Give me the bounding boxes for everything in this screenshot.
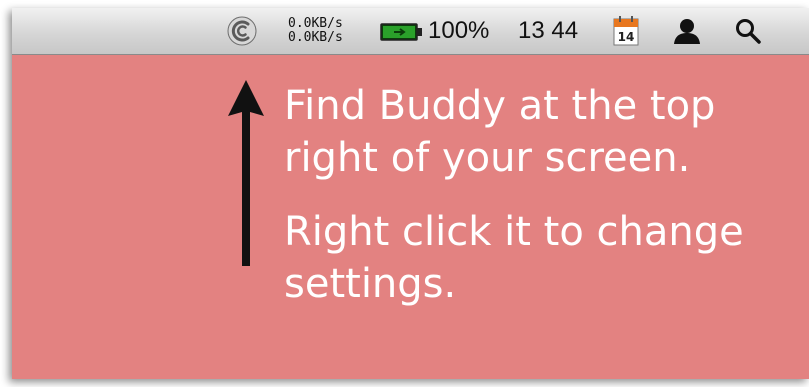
instruction-text: Find Buddy at the top right of your scre… <box>284 80 804 310</box>
instruction-line-right-click: Right click it to change settings. <box>284 209 744 307</box>
network-speed[interactable]: 0.0KB/s 0.0KB/s <box>288 16 360 46</box>
instruction-line-find-buddy: Find Buddy at the top right of your scre… <box>284 83 716 181</box>
pointer-arrow <box>226 80 266 266</box>
search-icon[interactable] <box>734 17 762 45</box>
upload-speed: 0.0KB/s <box>288 16 343 31</box>
clock[interactable]: 13 44 <box>518 16 578 46</box>
menu-bar: 0.0KB/s 0.0KB/s 100% 13 44 14 <box>12 8 809 55</box>
battery-percentage[interactable]: 100% <box>428 16 489 46</box>
calendar-icon[interactable]: 14 <box>612 15 640 47</box>
calendar-day: 14 <box>618 30 635 44</box>
screen-frame: 0.0KB/s 0.0KB/s 100% 13 44 14 Find Buddy… <box>12 8 809 379</box>
download-speed: 0.0KB/s <box>288 30 343 45</box>
buddy-icon[interactable] <box>226 15 258 47</box>
battery-icon[interactable] <box>380 22 424 42</box>
user-icon[interactable] <box>672 17 702 45</box>
